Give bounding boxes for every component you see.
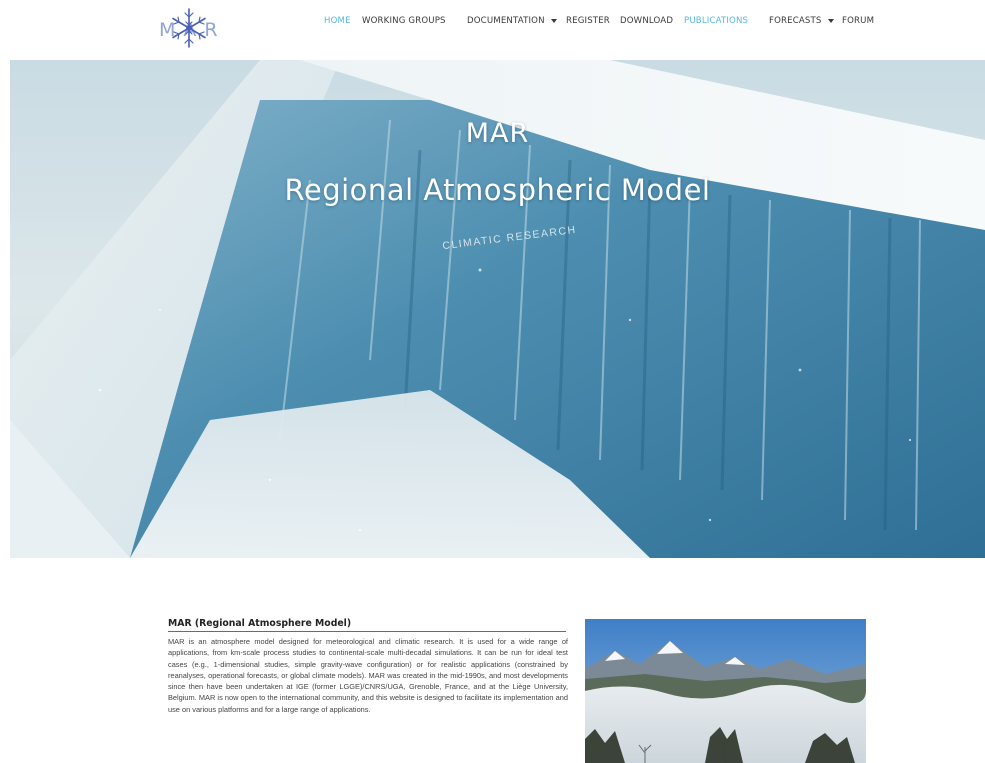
nav-forum[interactable]: FORUM [842,16,874,26]
site-header: MAR HOME WORKING GROUPS DOCUMENTATION RE… [0,0,985,60]
hero-subtitle: Regional Atmospheric Model [284,173,711,207]
intro-title: MAR (Regional Atmosphere Model) [168,618,566,632]
chevron-down-icon [827,18,834,23]
intro-text: MAR is an atmosphere model designed for … [168,637,568,714]
nav-home[interactable]: HOME [324,16,351,26]
nav-documentation[interactable]: DOCUMENTATION [467,16,557,26]
mountain-image [585,619,866,763]
nav-forecasts-label: FORECASTS [769,16,822,26]
mountain-photo [585,619,866,763]
hero-banner: MAR Regional Atmospheric Model CLIMATIC … [10,60,985,558]
nav-register[interactable]: REGISTER [566,16,610,26]
hero-title: MAR [465,118,530,149]
nav-publications[interactable]: PUBLICATIONS [684,16,748,26]
nav-working-groups[interactable]: WORKING GROUPS [362,16,446,26]
nav-download[interactable]: DOWNLOAD [620,16,673,26]
chevron-down-icon [550,18,557,23]
snowflake-icon: MAR [159,8,218,48]
site-logo[interactable]: MAR [158,6,220,50]
nav-forecasts[interactable]: FORECASTS [769,16,834,26]
nav-documentation-label: DOCUMENTATION [467,16,545,26]
